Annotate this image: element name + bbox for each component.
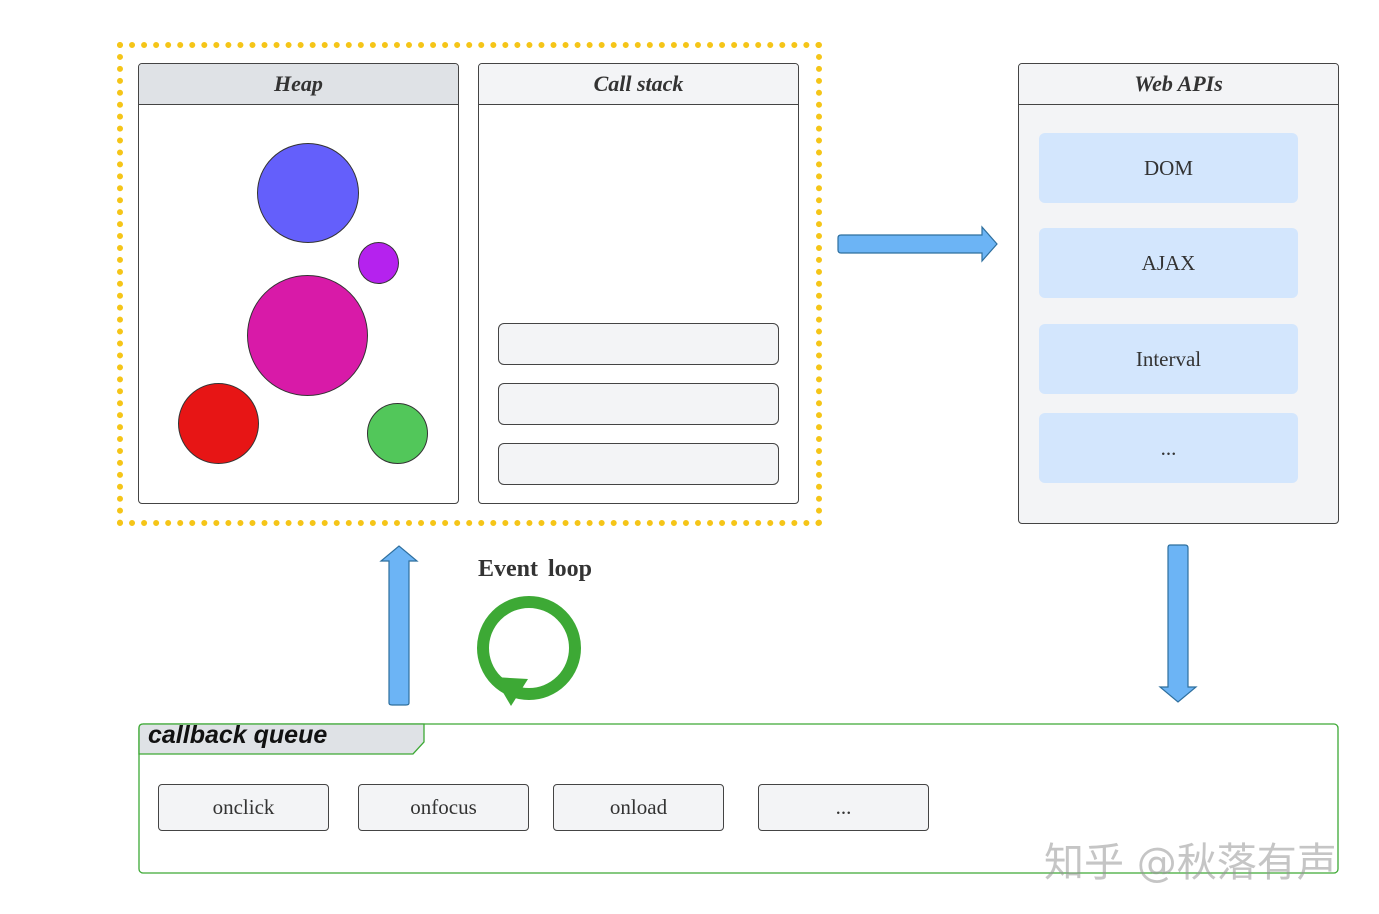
event-loop-label: Event loop [478, 556, 593, 582]
diagram-arrows [138, 225, 1339, 874]
arrow-down-icon [1158, 544, 1198, 703]
callback-onclick: onclick [158, 784, 329, 831]
arrow-up-icon [379, 545, 419, 706]
watermark: 知乎 @秋落有声 [1044, 840, 1337, 886]
callback-onfocus: onfocus [358, 784, 529, 831]
callback-queue-title: callback queue [148, 721, 328, 749]
arrow-right-icon [837, 225, 998, 263]
callback-onload: onload [553, 784, 724, 831]
callback-more: ... [758, 784, 929, 831]
